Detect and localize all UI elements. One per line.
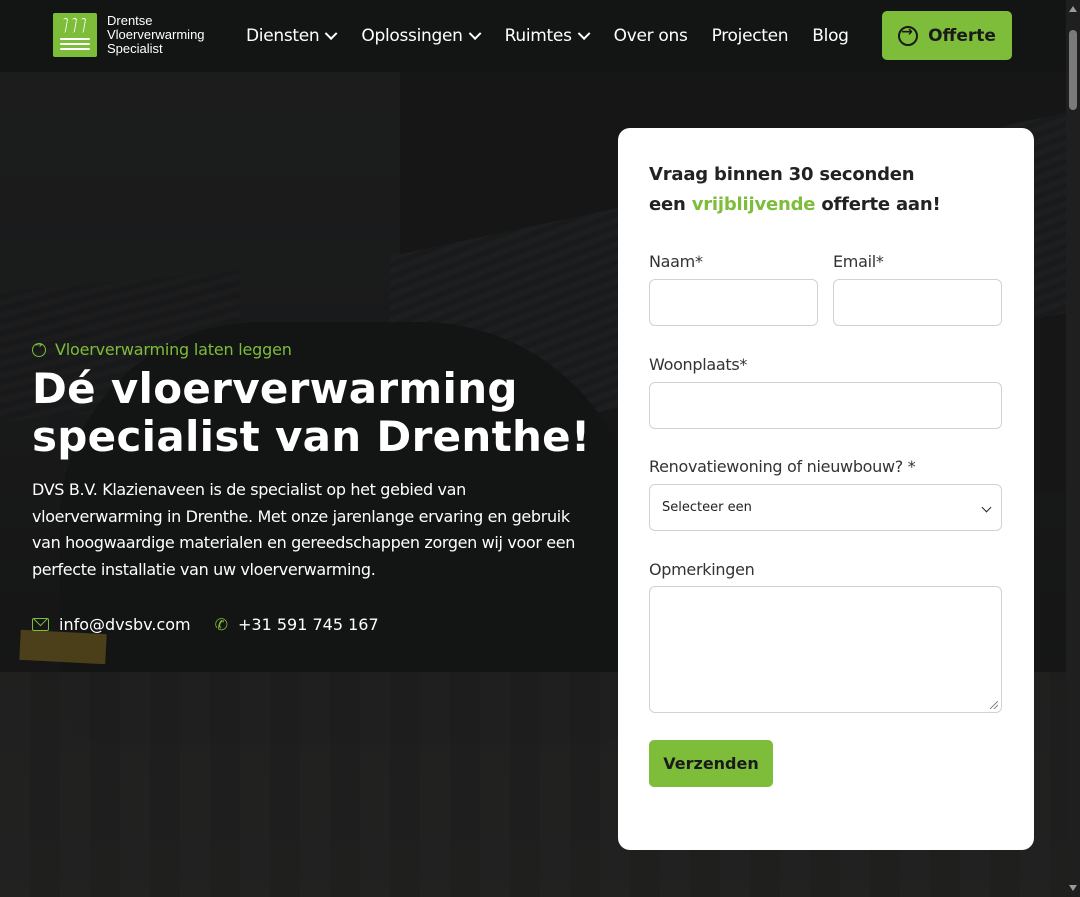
nav-item-label: Diensten (246, 26, 320, 46)
main-nav: Diensten Oplossingen Ruimtes Over ons Pr… (246, 0, 873, 72)
nav-item-over-ons[interactable]: Over ons (614, 26, 688, 46)
form-title-pre: een (649, 194, 692, 215)
city-field[interactable] (649, 382, 1002, 429)
phone-icon: ✆ (214, 615, 229, 634)
scroll-down-icon[interactable] (1069, 885, 1077, 891)
logo-line-1: Drentse (107, 13, 153, 28)
email-text: info@dvsbv.com (59, 615, 191, 634)
type-label: Renovatiewoning of nieuwbouw? * (649, 457, 916, 476)
hero-headline-line-1: Dé vloerverwarming (32, 364, 518, 413)
email-field[interactable] (833, 279, 1002, 326)
nav-item-blog[interactable]: Blog (812, 26, 849, 46)
offerte-button[interactable]: Offerte (882, 11, 1012, 60)
page-scrollbar[interactable] (1066, 0, 1080, 897)
email-link[interactable]: info@dvsbv.com (32, 615, 191, 634)
nav-item-projecten[interactable]: Projecten (712, 26, 789, 46)
chevron-down-icon (468, 26, 482, 40)
scroll-up-icon[interactable] (1069, 6, 1077, 12)
hero-intro: DVS B.V. Klazienaveen is de specialist o… (32, 480, 576, 579)
resize-handle-icon[interactable] (990, 701, 998, 709)
remarks-label: Opmerkingen (649, 560, 755, 579)
form-title-post: offerte aan! (815, 194, 941, 215)
name-field[interactable] (649, 279, 818, 326)
chevron-down-icon (981, 502, 992, 513)
hero-headline: Dé vloerverwarming specialist van Drenth… (32, 365, 592, 461)
hero-tagline: Vloerverwarming laten leggen (32, 340, 592, 359)
hero-tagline-text: Vloerverwarming laten leggen (55, 340, 292, 359)
phone-text: +31 591 745 167 (238, 615, 379, 634)
chevron-down-icon (577, 26, 591, 40)
remarks-textarea[interactable] (649, 586, 1002, 713)
type-select-value: Selecteer een (662, 500, 752, 515)
form-title-line-1: Vraag binnen 30 seconden (649, 164, 915, 185)
nav-item-label: Ruimtes (504, 26, 572, 46)
nav-item-ruimtes[interactable]: Ruimtes (504, 26, 591, 46)
logo-line-3: Specialist (107, 41, 163, 56)
nav-item-label: Projecten (711, 26, 789, 46)
nav-item-diensten[interactable]: Diensten (246, 26, 338, 46)
logo-mark-icon (53, 13, 97, 57)
arrow-right-circle-icon (32, 340, 46, 357)
arrow-right-circle-icon (898, 24, 919, 46)
hero-contact: info@dvsbv.com ✆ +31 591 745 167 (32, 615, 592, 634)
logo[interactable]: Drentse Vloerverwarming Specialist (53, 13, 205, 57)
hero-content: Vloerverwarming laten leggen Dé vloerver… (32, 340, 592, 634)
nav-item-label: Over ons (613, 26, 688, 46)
logo-line-2: Vloerverwarming (107, 27, 205, 42)
type-select[interactable]: Selecteer een (649, 484, 1002, 531)
chevron-down-icon (325, 26, 338, 40)
form-title: Vraag binnen 30 seconden een vrijblijven… (649, 160, 941, 220)
email-label: Email* (833, 252, 884, 271)
logo-text: Drentse Vloerverwarming Specialist (107, 14, 205, 56)
offerte-button-label: Offerte (928, 25, 996, 46)
site-header: Drentse Vloerverwarming Specialist Diens… (0, 0, 1066, 72)
hero-headline-line-2: specialist van Drenthe! (32, 412, 591, 461)
nav-item-label: Blog (812, 26, 849, 46)
name-label: Naam* (649, 252, 703, 271)
nav-item-oplossingen[interactable]: Oplossingen (361, 26, 482, 46)
form-title-accent: vrijblijvende (691, 194, 816, 215)
scrollbar-thumb[interactable] (1069, 30, 1077, 110)
nav-item-label: Oplossingen (361, 26, 463, 46)
phone-link[interactable]: ✆ +31 591 745 167 (215, 615, 379, 634)
submit-button[interactable]: Verzenden (649, 740, 773, 787)
city-label: Woonplaats* (649, 355, 748, 374)
quote-form-card: Vraag binnen 30 seconden een vrijblijven… (618, 128, 1034, 850)
mail-icon (32, 618, 49, 631)
